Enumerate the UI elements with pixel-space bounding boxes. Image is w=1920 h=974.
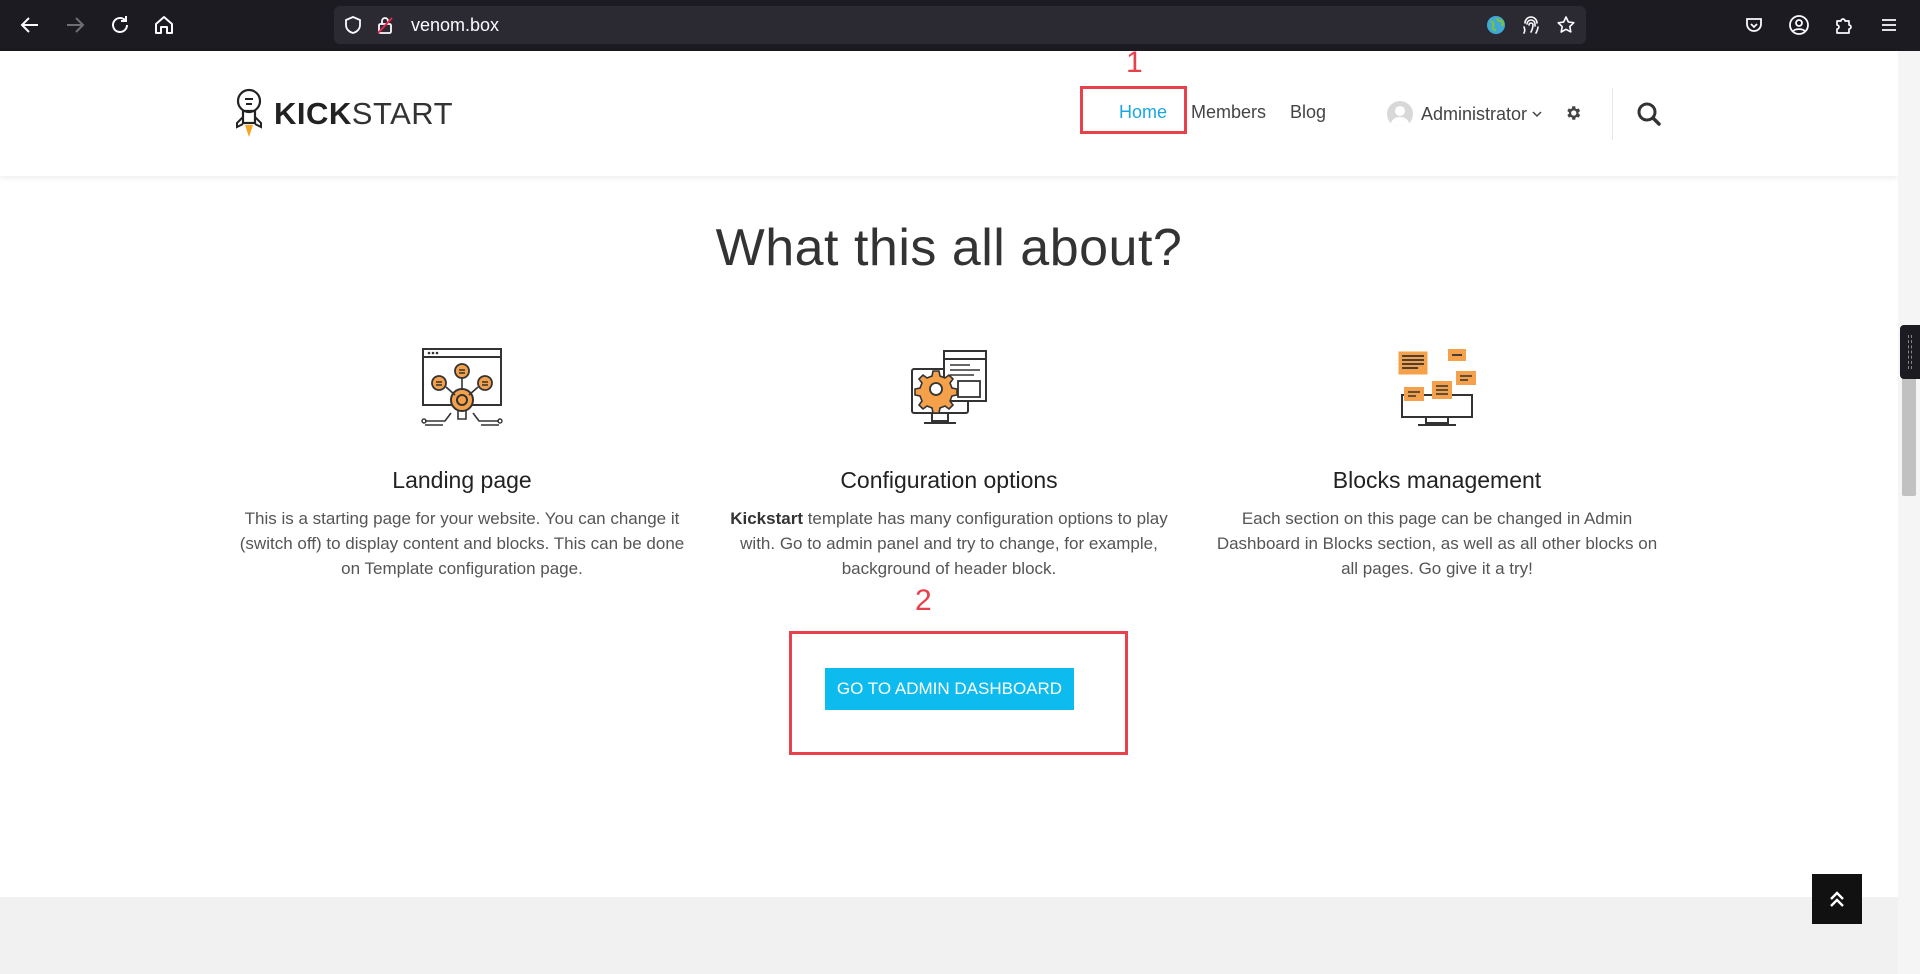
search-button[interactable] xyxy=(1636,101,1662,127)
site-header: KICKSTART Home Members Blog xyxy=(0,51,1898,176)
browser-toolbar: venom.box xyxy=(0,0,1920,51)
hamburger-icon xyxy=(1882,19,1896,31)
side-panel-tab[interactable] xyxy=(1900,325,1920,379)
annotation-label-2: 2 xyxy=(915,584,932,617)
feature-landing-page: Landing page This is a starting page for… xyxy=(237,345,687,581)
rocket-bulb-icon xyxy=(236,88,262,137)
feature-title: Blocks management xyxy=(1332,467,1542,493)
back-button[interactable] xyxy=(17,12,43,38)
feature-text: This is a starting page for your website… xyxy=(239,509,685,578)
star-icon[interactable] xyxy=(1556,15,1576,35)
pocket-icon xyxy=(1746,18,1762,32)
configuration-icon xyxy=(906,345,992,431)
back-to-top-button[interactable] xyxy=(1812,874,1862,924)
double-chevron-up-icon xyxy=(1830,891,1844,907)
reload-icon xyxy=(112,16,128,33)
arrow-left-icon xyxy=(20,17,38,33)
menu-button[interactable] xyxy=(1876,12,1902,38)
site-logo[interactable]: KICKSTART xyxy=(234,87,453,141)
feature-configuration-options: Configuration options Kickstart template… xyxy=(724,345,1174,581)
feature-text: Kickstart template has many configuratio… xyxy=(730,509,1168,578)
pocket-button[interactable] xyxy=(1741,12,1767,38)
settings-button[interactable] xyxy=(1564,104,1584,124)
arrow-right-icon xyxy=(67,17,85,33)
blocks-icon xyxy=(1394,345,1480,431)
chevron-down-icon xyxy=(1532,111,1542,118)
feature-title: Configuration options xyxy=(840,467,1058,493)
page-scrollbar[interactable] xyxy=(1898,51,1920,974)
annotation-box-2 xyxy=(789,631,1128,755)
account-icon xyxy=(1789,15,1809,35)
feature-blocks-management: Blocks management Each section on this p… xyxy=(1212,345,1662,581)
home-button[interactable] xyxy=(151,12,177,38)
nav-blog[interactable]: Blog xyxy=(1290,102,1326,123)
landing-page-icon xyxy=(419,345,505,431)
avatar xyxy=(1387,101,1413,127)
reload-button[interactable] xyxy=(107,12,133,38)
forward-button[interactable] xyxy=(62,12,88,38)
fingerprint-icon[interactable] xyxy=(1521,15,1541,35)
feature-text: Each section on this page can be changed… xyxy=(1216,509,1658,578)
lock-warning-icon[interactable] xyxy=(375,15,395,35)
url-text[interactable]: venom.box xyxy=(411,15,499,35)
home-icon xyxy=(155,16,173,34)
globe-icon[interactable] xyxy=(1486,15,1506,35)
footer-band xyxy=(0,897,1898,974)
search-icon xyxy=(1637,102,1661,126)
annotation-box-1 xyxy=(1080,86,1187,134)
feature-title: Landing page xyxy=(392,467,532,493)
user-name: Administrator xyxy=(1421,103,1528,124)
nav-members[interactable]: Members xyxy=(1191,102,1266,123)
user-menu[interactable]: Administrator xyxy=(1387,100,1543,128)
annotation-label-1: 1 xyxy=(1126,46,1143,79)
header-divider xyxy=(1612,88,1613,140)
logo-text: KICKSTART xyxy=(274,96,454,131)
account-button[interactable] xyxy=(1786,12,1812,38)
section-title: What this all about? xyxy=(715,219,1183,277)
address-bar[interactable]: venom.box xyxy=(334,6,1586,44)
shield-icon[interactable] xyxy=(343,15,363,35)
extensions-button[interactable] xyxy=(1831,12,1857,38)
gear-icon xyxy=(1567,106,1581,120)
puzzle-icon xyxy=(1836,18,1852,34)
